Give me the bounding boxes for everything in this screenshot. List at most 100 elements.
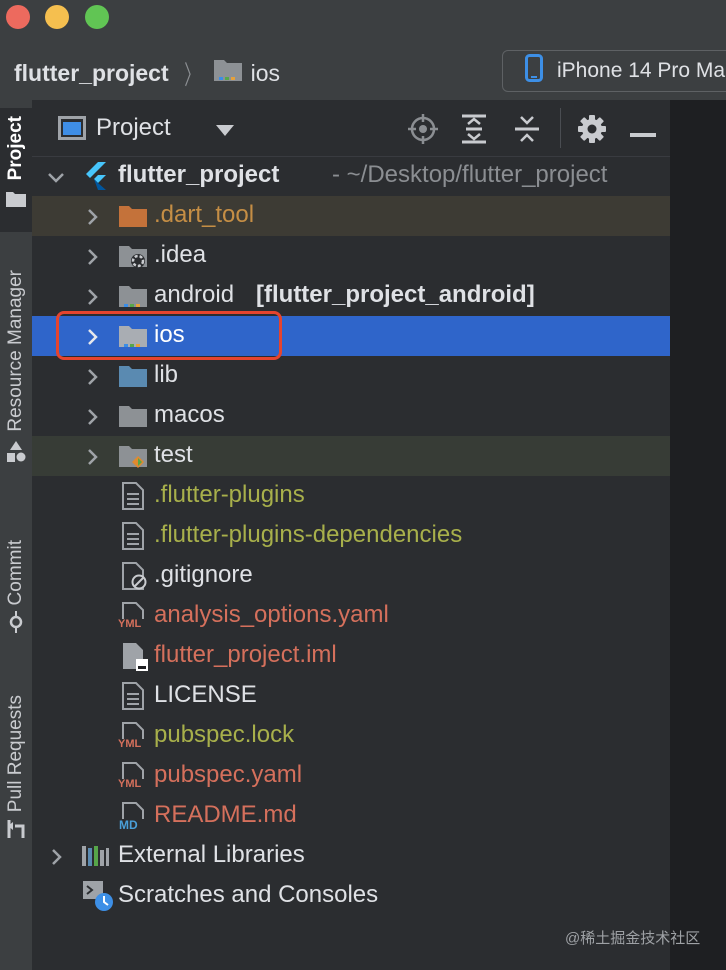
tree-item-readme[interactable]: MD README.md — [32, 796, 670, 836]
tree-item-label: pubspec.lock — [154, 721, 295, 748]
tree-item-idea[interactable]: .idea — [32, 236, 670, 276]
phone-icon — [525, 54, 543, 88]
tree-item-label: README.md — [154, 801, 297, 828]
tree-item-android[interactable]: android [flutter_project_android] — [32, 276, 670, 316]
tree-item-license[interactable]: LICENSE — [32, 676, 670, 716]
tree-item-label: .dart_tool — [154, 201, 255, 228]
chevron-right-icon[interactable] — [82, 206, 102, 226]
watermark: @稀土掘金技术社区 — [565, 930, 701, 947]
tab-project[interactable]: Project — [0, 108, 32, 232]
tree-root-row[interactable]: flutter_project - ~/Desktop/flutter_proj… — [32, 156, 670, 196]
text-file-icon — [122, 482, 144, 517]
maximize-window-button[interactable] — [85, 5, 109, 29]
chevron-right-icon: 〉 — [183, 59, 200, 90]
folder-icon — [118, 404, 148, 435]
yaml-file-icon: YML — [118, 722, 150, 759]
breadcrumb-current[interactable]: ios — [251, 60, 280, 87]
markdown-badge: MD — [119, 818, 138, 832]
tree-item-scratches[interactable]: Scratches and Consoles — [32, 876, 670, 916]
tree-root-name: flutter_project — [118, 161, 280, 188]
tree-item-flutter-plugins-dependencies[interactable]: .flutter-plugins-dependencies — [32, 516, 670, 556]
tree-item-label: Scratches and Consoles — [118, 881, 379, 908]
tree-root-path: - ~/Desktop/flutter_project — [332, 161, 608, 188]
left-tool-stripe: Project Resource Manager Commit Pull Req… — [0, 100, 33, 970]
tree-item-gitignore[interactable]: .gitignore — [32, 556, 670, 596]
project-view-icon — [58, 116, 86, 145]
collapse-all-icon[interactable] — [513, 114, 541, 149]
pull-request-icon — [5, 818, 27, 845]
tab-resource-manager-label: Resource Manager — [5, 270, 26, 432]
markdown-file-icon: MD — [118, 802, 150, 839]
yaml-badge: YML — [118, 618, 142, 630]
title-bar: flutter_project 〉 ios iPhone 14 Pro Ma — [0, 0, 726, 100]
hide-icon[interactable] — [630, 126, 656, 144]
module-folder-icon — [213, 57, 243, 89]
chevron-right-icon[interactable] — [82, 366, 102, 386]
device-selector[interactable]: iPhone 14 Pro Ma — [502, 50, 726, 92]
tree-item-label: lib — [154, 361, 179, 388]
project-panel-header: Project — [32, 100, 670, 157]
folder-settings-icon — [118, 244, 148, 277]
editor-area — [670, 100, 726, 970]
tree-item-analysis-options[interactable]: YML analysis_options.yaml — [32, 596, 670, 636]
tree-item-label: pubspec.yaml — [154, 761, 303, 788]
minimize-window-button[interactable] — [45, 5, 69, 29]
tree-item-dart-tool[interactable]: .dart_tool — [32, 196, 670, 236]
tree-item-macos[interactable]: macos — [32, 396, 670, 436]
tree-item-label: android — [154, 281, 235, 308]
module-file-icon — [122, 642, 150, 679]
tree-item-label: analysis_options.yaml — [154, 601, 389, 628]
chevron-down-icon[interactable] — [46, 166, 66, 186]
locate-icon[interactable] — [408, 114, 438, 149]
tree-item-label: LICENSE — [154, 681, 257, 708]
chevron-right-icon[interactable] — [82, 246, 102, 266]
triangle-down-icon[interactable] — [216, 124, 234, 142]
gear-icon[interactable] — [577, 114, 607, 149]
tree-item-pubspec-lock[interactable]: YML pubspec.lock — [32, 716, 670, 756]
commit-icon — [5, 611, 27, 638]
yaml-badge: YML — [118, 778, 142, 790]
highlight-annotation-box — [56, 311, 282, 360]
close-window-button[interactable] — [6, 5, 30, 29]
tree-item-label: test — [154, 441, 193, 468]
tree-item-label: .idea — [154, 241, 207, 268]
test-folder-icon — [118, 444, 148, 477]
tab-resource-manager[interactable]: Resource Manager — [0, 270, 32, 500]
breadcrumb-root[interactable]: flutter_project — [14, 60, 169, 87]
project-panel: Project flutter_project - ~/Desktop/flut… — [32, 100, 670, 970]
chevron-right-icon[interactable] — [82, 406, 102, 426]
chevron-right-icon[interactable] — [46, 846, 66, 866]
tree-item-label: .gitignore — [154, 561, 253, 588]
yaml-file-icon: YML — [118, 762, 150, 799]
tree-item-label: External Libraries — [118, 841, 305, 868]
source-folder-icon — [118, 364, 148, 395]
libraries-icon — [82, 844, 110, 875]
tree-item-label: .flutter-plugins-dependencies — [154, 521, 463, 548]
flutter-icon — [84, 162, 108, 197]
ignore-file-icon — [122, 562, 148, 597]
toolbar-divider — [560, 108, 561, 148]
text-file-icon — [122, 682, 144, 717]
breadcrumb: flutter_project 〉 ios — [14, 56, 280, 90]
tree-item-pubspec-yaml[interactable]: YML pubspec.yaml — [32, 756, 670, 796]
tree-item-label: flutter_project.iml — [154, 641, 337, 668]
tree-item-flutter-plugins[interactable]: .flutter-plugins — [32, 476, 670, 516]
chevron-right-icon[interactable] — [82, 286, 102, 306]
tab-project-label: Project — [5, 116, 26, 181]
tree-item-label: macos — [154, 401, 225, 428]
yaml-badge: YML — [118, 738, 142, 750]
chevron-right-icon[interactable] — [82, 446, 102, 466]
scratches-icon — [82, 880, 114, 919]
device-selector-label: iPhone 14 Pro Ma — [557, 59, 726, 82]
tree-item-lib[interactable]: lib — [32, 356, 670, 396]
expand-all-icon[interactable] — [460, 114, 488, 149]
shapes-icon — [5, 440, 27, 469]
tree-item-external-libraries[interactable]: External Libraries — [32, 836, 670, 876]
tree-item-test[interactable]: test — [32, 436, 670, 476]
tab-pull-requests[interactable]: Pull Requests — [0, 695, 32, 870]
tab-commit[interactable]: Commit — [0, 540, 32, 655]
tree-item-flutter-project-iml[interactable]: flutter_project.iml — [32, 636, 670, 676]
text-file-icon — [122, 522, 144, 557]
folder-icon — [5, 190, 27, 213]
project-view-title[interactable]: Project — [96, 114, 171, 142]
